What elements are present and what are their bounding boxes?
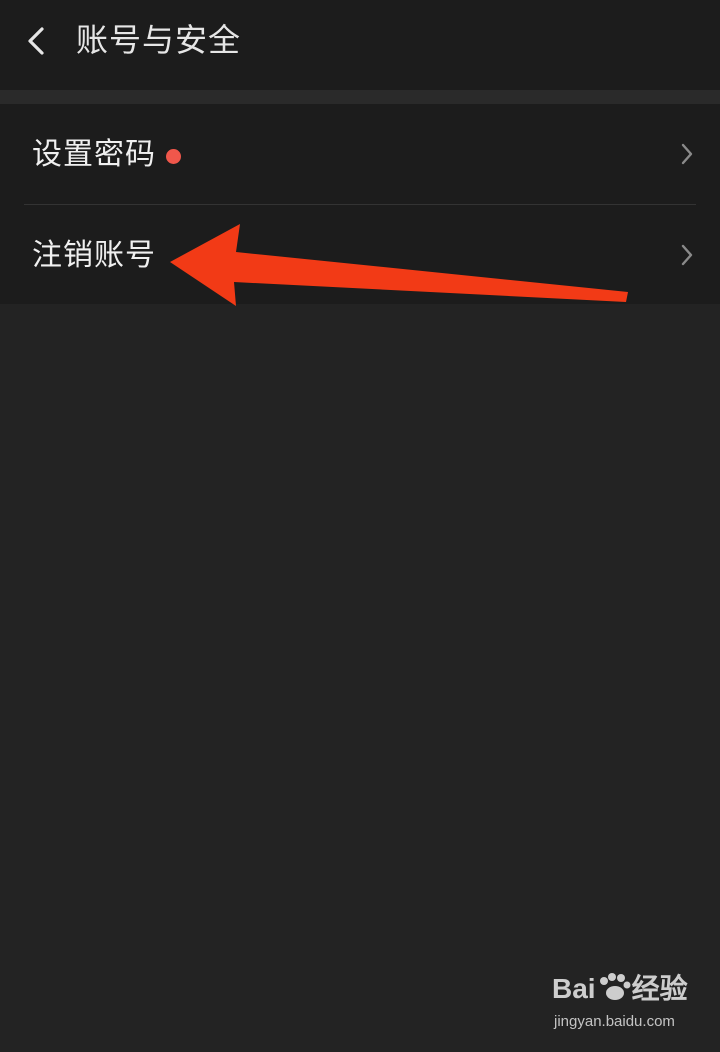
chevron-right-icon — [681, 244, 693, 266]
page-title: 账号与安全 — [76, 21, 242, 59]
notification-dot — [166, 149, 181, 164]
settings-item-label: 注销账号 — [32, 238, 156, 273]
watermark-logo-right: 经验 — [631, 973, 688, 1004]
settings-item-set-password[interactable]: 设置密码 — [0, 104, 720, 205]
top-bar: 账号与安全 — [0, 0, 720, 90]
section-gap — [0, 90, 720, 104]
watermark-logo: Bai 经验 — [552, 972, 688, 1005]
account-security-page: 账号与安全 设置密码 注销账号 Bai 经验 jingyan.baidu.com — [0, 0, 720, 1052]
chevron-left-icon — [28, 27, 44, 55]
watermark-logo-left: Bai — [552, 973, 596, 1004]
chevron-right-icon — [681, 143, 693, 165]
paw-icon — [599, 973, 631, 1000]
settings-item-label: 设置密码 — [32, 137, 156, 172]
back-button[interactable] — [12, 14, 62, 68]
settings-list: 设置密码 注销账号 — [0, 104, 720, 304]
baidu-jingyan-watermark: Bai 经验 jingyan.baidu.com — [552, 972, 702, 1038]
settings-item-delete-account[interactable]: 注销账号 — [0, 205, 720, 305]
watermark-url: jingyan.baidu.com — [554, 1013, 675, 1030]
